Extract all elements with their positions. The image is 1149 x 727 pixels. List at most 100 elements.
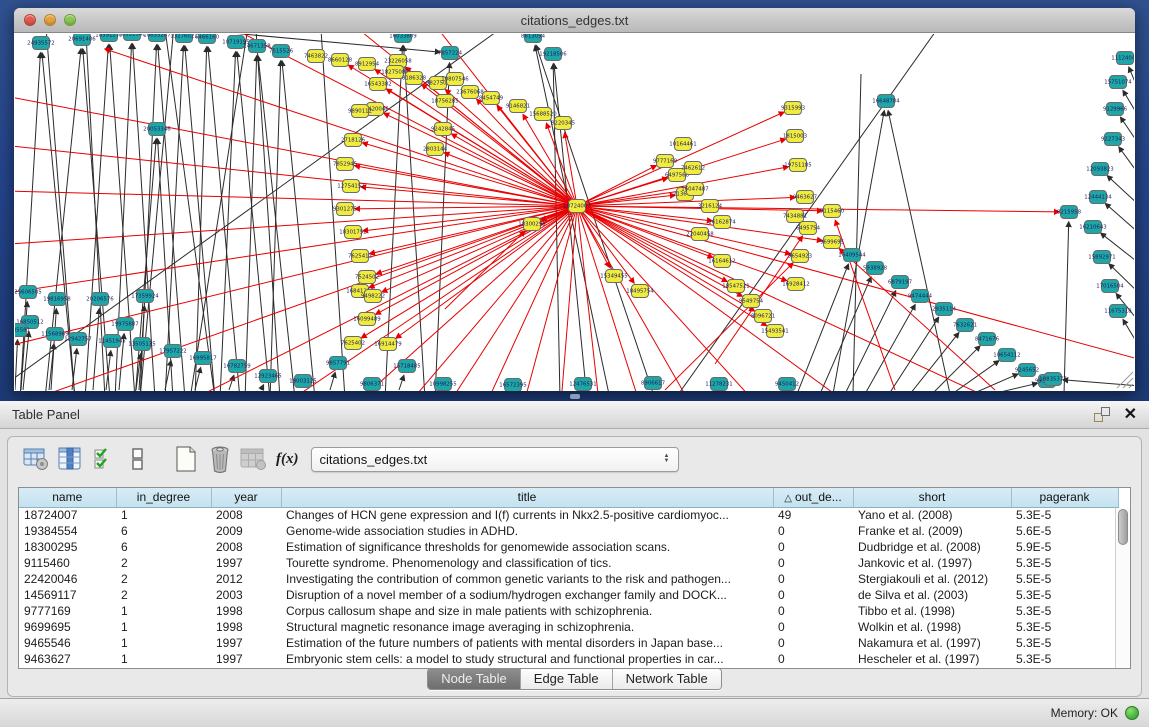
column-header-in_degree[interactable]: in_degree	[116, 488, 211, 507]
graph-node[interactable]: 1815003	[783, 130, 807, 143]
graph-node[interactable]: 12093823	[1086, 163, 1113, 176]
graph-node[interactable]: 9301275	[333, 203, 357, 216]
graph-node[interactable]: 7625412	[348, 250, 372, 263]
graph-node[interactable]: 9857791	[326, 357, 350, 370]
table-cell[interactable]: Wolkin et al. (1998)	[853, 619, 1011, 635]
table-cell[interactable]: 9465546	[19, 635, 116, 651]
graph-node[interactable]: 13276021	[170, 34, 197, 43]
table-cell[interactable]: 2012	[211, 571, 281, 587]
graph-node[interactable]: 16164612	[708, 255, 735, 268]
table-cell[interactable]: 1998	[211, 619, 281, 635]
graph-node[interactable]: 16782759	[223, 360, 251, 373]
graph-node[interactable]: 8454749	[479, 92, 504, 105]
graph-node[interactable]: 16928412	[782, 278, 809, 291]
close-panel-icon[interactable]: ✕	[1124, 408, 1137, 422]
column-header-name[interactable]: name	[19, 488, 116, 507]
table-cell[interactable]: Franke et al. (2009)	[853, 523, 1011, 539]
split-pane-handle[interactable]	[570, 394, 580, 399]
table-cell[interactable]: 1	[116, 635, 211, 651]
table-cell[interactable]: 1997	[211, 555, 281, 571]
close-window-button[interactable]	[24, 14, 36, 26]
graph-node[interactable]: 10998255	[429, 378, 456, 391]
graph-node[interactable]: 9315993	[781, 102, 805, 115]
table-scrollbar-thumb[interactable]	[1118, 509, 1128, 545]
select-all-checks-icon[interactable]	[90, 445, 118, 473]
graph-node[interactable]: 16099489	[353, 313, 381, 326]
table-cell[interactable]: Estimation of significance thresholds fo…	[281, 539, 773, 555]
table-cell[interactable]: Corpus callosum shape and size in male p…	[281, 603, 773, 619]
graph-node[interactable]: 9474444	[908, 290, 933, 303]
graph-node[interactable]: 3216124	[698, 200, 723, 213]
graph-node[interactable]: 7625402	[341, 337, 365, 350]
graph-node[interactable]: 16033809	[389, 34, 417, 43]
graph-node[interactable]: 15493541	[761, 325, 788, 338]
graph-node[interactable]: 15892971	[1088, 251, 1115, 264]
table-row[interactable]: 1830029562008Estimation of significance …	[19, 539, 1118, 555]
table-cell[interactable]: 2	[116, 587, 211, 603]
graph-node[interactable]: 9129966	[1103, 103, 1128, 116]
table-cell[interactable]: 6	[116, 539, 211, 555]
graph-node[interactable]: 8660128	[328, 54, 353, 67]
graph-node[interactable]: 7632621	[953, 319, 977, 332]
table-cell[interactable]: 14569117	[19, 587, 116, 603]
table-cell[interactable]: 2008	[211, 507, 281, 523]
network-canvas[interactable]: 1872400718300295746382286601288912954232…	[15, 34, 1134, 391]
graph-node[interactable]: 20691406	[68, 34, 96, 46]
table-cell[interactable]: Disruption of a novel member of a sodium…	[281, 587, 773, 603]
table-scrollbar[interactable]	[1115, 508, 1130, 668]
network-window[interactable]: citations_edges.txt 18724007183002957463…	[14, 8, 1135, 391]
table-cell[interactable]: Tourette syndrome. Phenomenology and cla…	[281, 555, 773, 571]
table-cell[interactable]: 1	[116, 619, 211, 635]
graph-node[interactable]: 7462612	[681, 162, 705, 175]
graph-node[interactable]: 9654923	[788, 250, 812, 263]
graph-node[interactable]: 19751185	[784, 159, 811, 172]
graph-node[interactable]: 11124047	[1111, 52, 1134, 65]
graph-node[interactable]: 16914479	[374, 338, 402, 351]
network-view[interactable]: 1872400718300295746382286601288912954232…	[15, 34, 1134, 391]
table-cell[interactable]: 5.9E-5	[1011, 539, 1118, 555]
graph-node[interactable]: 16543382	[364, 78, 391, 91]
graph-node[interactable]: 9115460	[820, 205, 845, 218]
table-cell[interactable]: 18300295	[19, 539, 116, 555]
graph-node[interactable]: 6466160	[195, 34, 220, 44]
table-cell[interactable]: 5.3E-5	[1011, 635, 1118, 651]
graph-node[interactable]: 12444134	[1084, 191, 1112, 204]
column-header-pagerank[interactable]: pagerank	[1011, 488, 1118, 507]
table-cell[interactable]: 5.3E-5	[1011, 651, 1118, 667]
memory-ok-indicator-icon[interactable]	[1125, 706, 1139, 720]
graph-node[interactable]: 6879197	[888, 276, 912, 289]
graph-node[interactable]: 6495754	[796, 222, 821, 235]
table-cell[interactable]: 1	[116, 651, 211, 667]
zoom-window-button[interactable]	[64, 14, 76, 26]
graph-node[interactable]: 20931942	[118, 34, 145, 41]
table-row[interactable]: 2242004622012Investigating the contribut…	[19, 571, 1118, 587]
table-cell[interactable]: Investigating the contribution of common…	[281, 571, 773, 587]
table-cell[interactable]: 1	[116, 603, 211, 619]
table-cell[interactable]: 0	[773, 651, 853, 667]
graph-node[interactable]: 7463822	[304, 50, 328, 63]
tab-network-table[interactable]: Network Table	[613, 669, 721, 689]
column-header-out_de[interactable]: △out_de...	[773, 488, 853, 507]
graph-node[interactable]: 9450412	[775, 378, 799, 391]
column-header-short[interactable]: short	[853, 488, 1011, 507]
delete-table-icon[interactable]	[206, 445, 234, 473]
table-cell[interactable]: Changes of HCN gene expression and I(f) …	[281, 507, 773, 523]
tab-edge-table[interactable]: Edge Table	[521, 669, 613, 689]
table-row[interactable]: 969969511998Structural magnetic resonanc…	[19, 619, 1118, 635]
table-row[interactable]: 1456911722003Disruption of a novel membe…	[19, 587, 1118, 603]
graph-node[interactable]: 7852945	[333, 158, 357, 171]
table-cell[interactable]: Yano et al. (2008)	[853, 507, 1011, 523]
table-cell[interactable]: Jankovic et al. (1997)	[853, 555, 1011, 571]
graph-node[interactable]: 11278231	[705, 378, 732, 391]
table-cell[interactable]: 49	[773, 507, 853, 523]
table-cell[interactable]: Tibbo et al. (1998)	[853, 603, 1011, 619]
graph-node[interactable]: 7857224	[438, 47, 463, 60]
table-cell[interactable]: 0	[773, 523, 853, 539]
table-cell[interactable]: 0	[773, 587, 853, 603]
float-panel-icon[interactable]	[1094, 407, 1110, 422]
table-selector-dropdown[interactable]: citations_edges.txt ▲▼	[311, 447, 679, 472]
graph-node[interactable]: 8912954	[355, 58, 380, 71]
new-table-icon[interactable]	[172, 445, 200, 473]
graph-node[interactable]: 9463627	[793, 191, 817, 204]
table-cell[interactable]: Genome-wide association studies in ADHD.	[281, 523, 773, 539]
